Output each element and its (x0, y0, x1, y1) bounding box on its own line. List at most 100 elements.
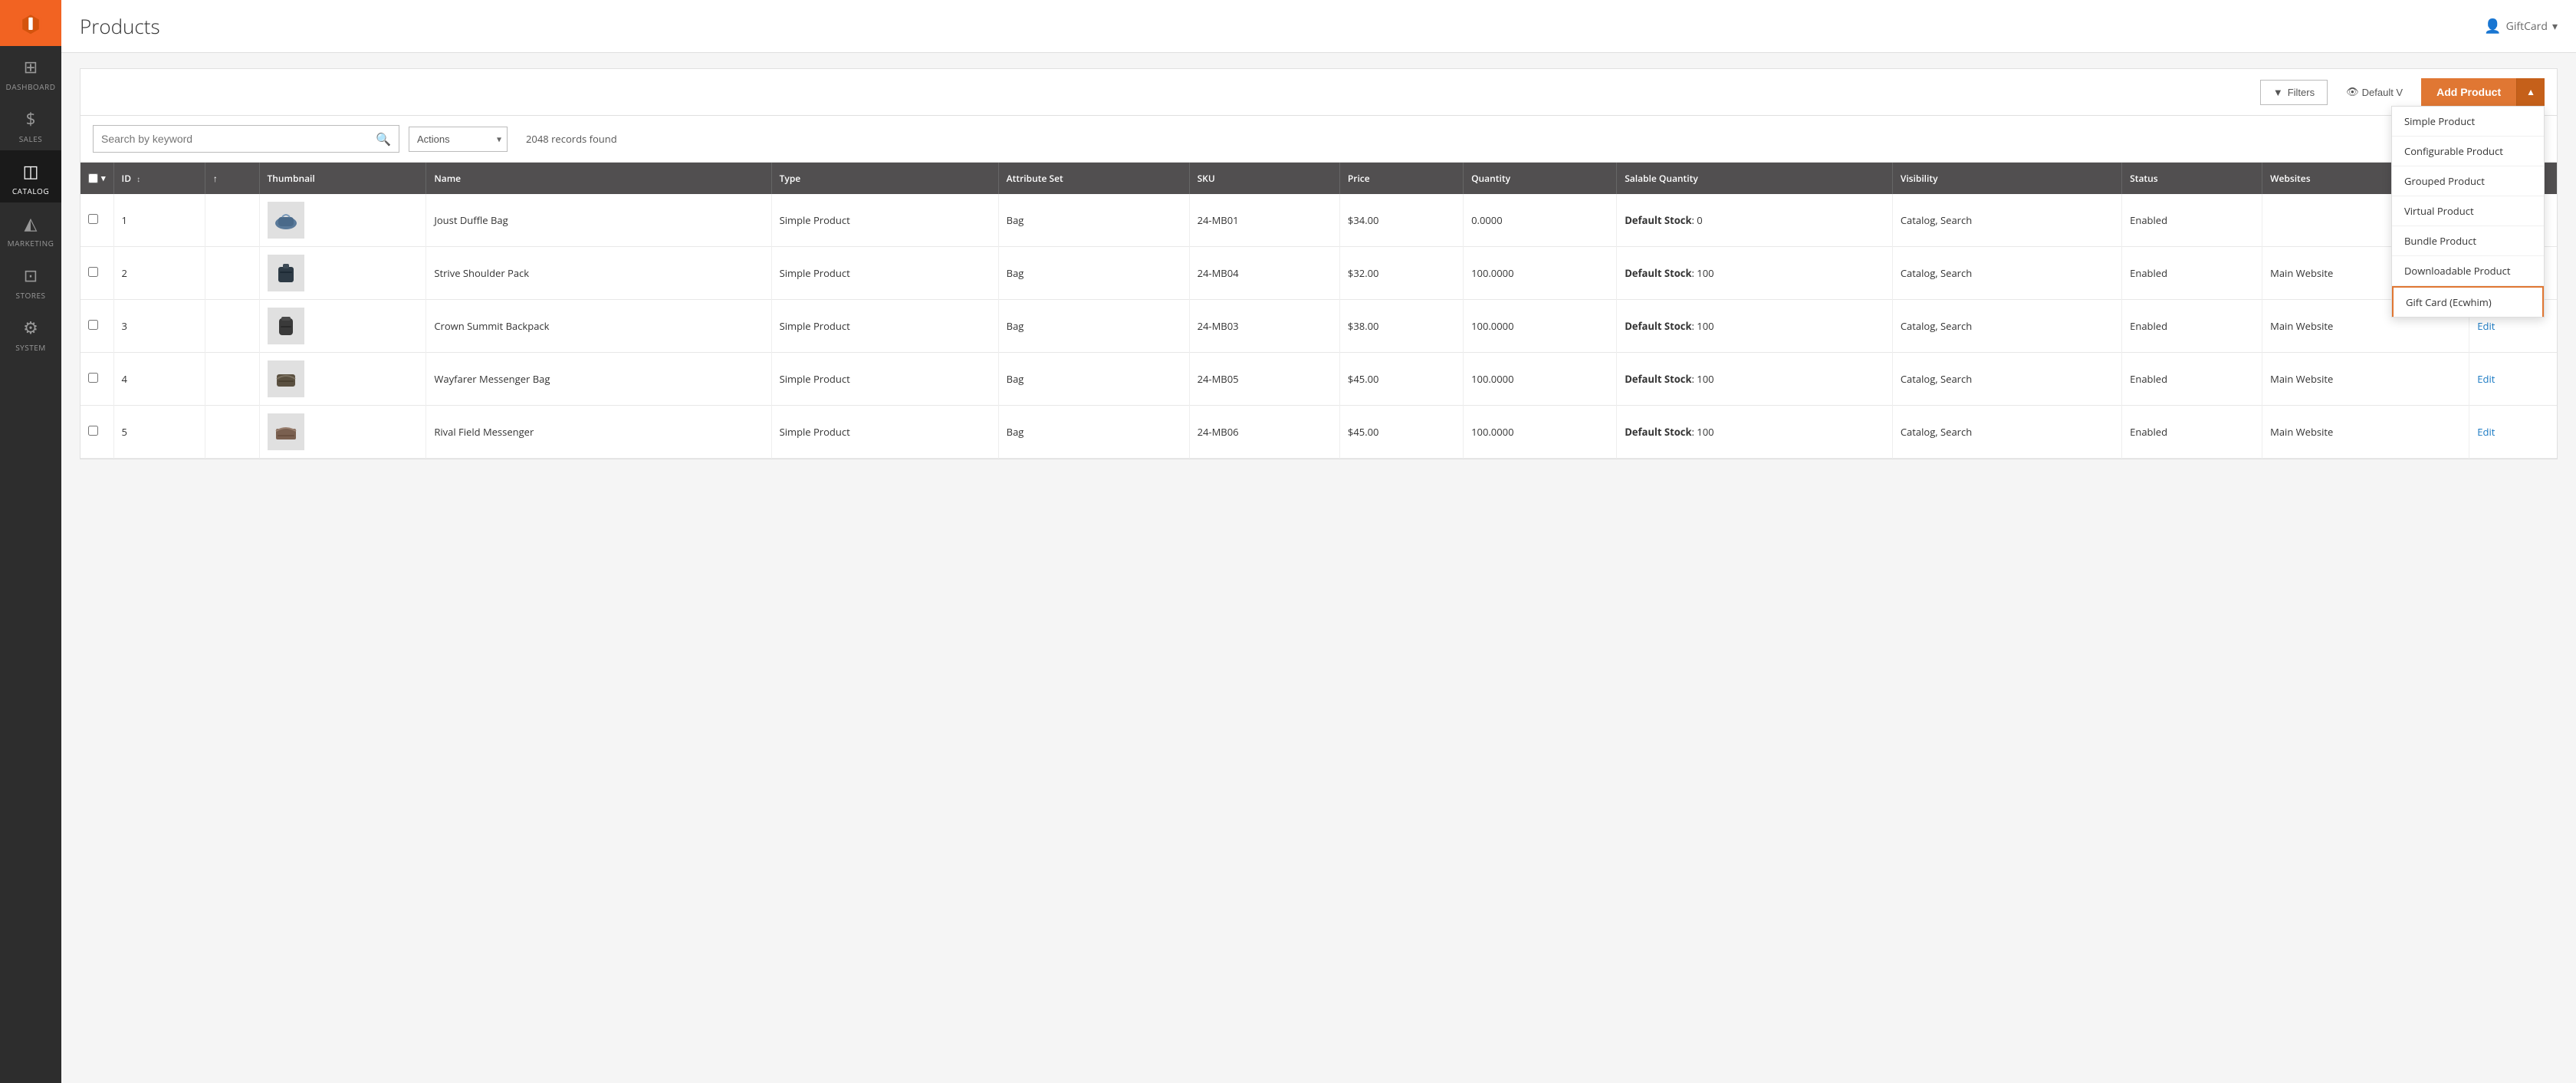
marketing-icon: ◭ (25, 212, 38, 235)
sidebar-item-sales[interactable]: $ SALES (0, 98, 61, 150)
row-id: 2 (113, 247, 205, 300)
product-thumbnail (268, 308, 304, 344)
dropdown-item-simple[interactable]: Simple Product (2392, 107, 2544, 137)
filters-button[interactable]: ▼ Filters (2260, 80, 2328, 105)
select-all-checkbox[interactable] (88, 173, 98, 183)
col-header-type: Type (771, 163, 998, 194)
row-attribute-set: Bag (998, 406, 1189, 459)
search-icon[interactable]: 🔍 (376, 130, 391, 147)
row-checkbox-cell (80, 300, 113, 353)
row-checkbox[interactable] (88, 320, 98, 330)
edit-link[interactable]: Edit (2477, 425, 2495, 439)
row-quantity: 100.0000 (1464, 353, 1617, 406)
add-product-group: Add Product ▲ Simple Product Configurabl… (2421, 78, 2545, 106)
sidebar-label-sales: SALES (19, 133, 43, 144)
table-row: 2 Strive Shoulder Pack Simple Product Ba… (80, 247, 2557, 300)
bundle-product-label: Bundle Product (2404, 234, 2476, 248)
row-checkbox[interactable] (88, 214, 98, 224)
row-name: Strive Shoulder Pack (426, 247, 771, 300)
sidebar-item-dashboard[interactable]: ⊞ DASHBOARD (0, 46, 61, 98)
default-view-button[interactable]: 👁 Default V (2337, 80, 2412, 104)
configurable-product-label: Configurable Product (2404, 144, 2503, 158)
table-row: 1 Joust Duffle Bag Simple Product Bag 24… (80, 194, 2557, 247)
product-thumbnail (268, 202, 304, 239)
main-toolbar: ▼ Filters 👁 Default V Add Product ▲ Simp… (80, 68, 2558, 116)
checkbox-dropdown-icon[interactable]: ▾ (101, 173, 106, 184)
row-checkbox[interactable] (88, 426, 98, 436)
row-sku: 24-MB05 (1189, 353, 1339, 406)
row-thumbnail (259, 194, 426, 247)
sidebar-label-system: SYSTEM (15, 342, 46, 353)
row-salable-qty: Default Stock: 100 (1617, 247, 1893, 300)
row-sort (205, 247, 259, 300)
add-product-button[interactable]: Add Product (2421, 78, 2516, 106)
dropdown-item-virtual[interactable]: Virtual Product (2392, 196, 2544, 226)
row-quantity: 100.0000 (1464, 300, 1617, 353)
filters-label: Filters (2288, 87, 2315, 98)
sidebar-label-marketing: MARKETING (8, 238, 54, 249)
row-websites: Main Website (2262, 406, 2469, 459)
row-type: Simple Product (771, 406, 998, 459)
sidebar-item-marketing[interactable]: ◭ MARKETING (0, 202, 61, 255)
row-attribute-set: Bag (998, 194, 1189, 247)
col-header-visibility: Visibility (1892, 163, 2121, 194)
records-count: 2048 records found (526, 132, 617, 146)
sales-icon: $ (26, 107, 36, 130)
dropdown-item-bundle[interactable]: Bundle Product (2392, 226, 2544, 256)
product-thumbnail (268, 360, 304, 397)
col-header-price: Price (1339, 163, 1463, 194)
row-price: $32.00 (1339, 247, 1463, 300)
row-sort (205, 353, 259, 406)
user-dropdown-icon: ▾ (2552, 19, 2558, 34)
row-quantity: 0.0000 (1464, 194, 1617, 247)
row-name: Joust Duffle Bag (426, 194, 771, 247)
row-status: Enabled (2122, 406, 2262, 459)
row-visibility: Catalog, Search (1892, 247, 2121, 300)
actions-select[interactable]: Actions Delete Change Status (409, 127, 508, 152)
logo[interactable] (0, 0, 61, 46)
grouped-product-label: Grouped Product (2404, 174, 2485, 188)
sidebar-item-stores[interactable]: ⊡ STORES (0, 255, 61, 307)
user-menu[interactable]: 👤 GiftCard ▾ (2484, 17, 2558, 35)
sidebar-item-system[interactable]: ⚙ SYSTEM (0, 307, 61, 359)
row-checkbox[interactable] (88, 267, 98, 277)
row-status: Enabled (2122, 194, 2262, 247)
col-header-status: Status (2122, 163, 2262, 194)
row-id: 1 (113, 194, 205, 247)
sidebar-item-catalog[interactable]: ◫ CATALOG (0, 150, 61, 202)
dropdown-item-configurable[interactable]: Configurable Product (2392, 137, 2544, 166)
row-salable-qty: Default Stock: 100 (1617, 353, 1893, 406)
user-icon: 👤 (2484, 17, 2501, 35)
row-action: Edit (2469, 353, 2557, 406)
dropdown-item-downloadable[interactable]: Downloadable Product (2392, 256, 2544, 286)
table-row: 3 Crown Summit Backpack Simple Product B… (80, 300, 2557, 353)
id-sort-icon[interactable]: ↕ (136, 173, 140, 184)
row-sort (205, 406, 259, 459)
row-thumbnail (259, 247, 426, 300)
row-websites: Main Website (2262, 353, 2469, 406)
dropdown-item-giftcard[interactable]: Gift Card (Ecwhim) (2392, 286, 2544, 317)
sidebar: ⊞ DASHBOARD $ SALES ◫ CATALOG ◭ MARKETIN… (0, 0, 61, 1083)
row-status: Enabled (2122, 300, 2262, 353)
dropdown-item-grouped[interactable]: Grouped Product (2392, 166, 2544, 196)
row-checkbox-cell (80, 247, 113, 300)
catalog-icon: ◫ (23, 160, 39, 183)
col-header-thumbnail: Thumbnail (259, 163, 426, 194)
add-product-dropdown-toggle[interactable]: ▲ (2516, 78, 2545, 106)
product-thumbnail (268, 255, 304, 291)
edit-link[interactable]: Edit (2477, 372, 2495, 386)
row-status: Enabled (2122, 247, 2262, 300)
downloadable-product-label: Downloadable Product (2404, 264, 2510, 278)
row-price: $45.00 (1339, 353, 1463, 406)
row-type: Simple Product (771, 353, 998, 406)
row-checkbox[interactable] (88, 373, 98, 383)
edit-link[interactable]: Edit (2477, 319, 2495, 333)
top-header: Products 👤 GiftCard ▾ (61, 0, 2576, 53)
search-input[interactable] (101, 133, 376, 145)
filter-icon: ▼ (2273, 87, 2283, 98)
col-header-salable-qty: Salable Quantity (1617, 163, 1893, 194)
row-thumbnail (259, 353, 426, 406)
page-title: Products (80, 12, 160, 40)
user-name: GiftCard (2506, 19, 2548, 34)
row-id: 4 (113, 353, 205, 406)
